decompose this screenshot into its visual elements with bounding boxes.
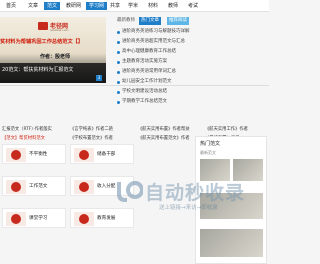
card-image	[6, 148, 26, 162]
grid-link[interactable]: 《航天实用布置》作者帮扶	[138, 126, 190, 132]
topic-card[interactable]: 储备干部	[70, 144, 134, 164]
grid-link[interactable]: 《航天实用布置范文》作者	[138, 135, 190, 141]
tab-hot[interactable]: 热门文章	[139, 17, 161, 25]
seal-icon	[11, 182, 21, 192]
nav-item-exams[interactable]: 考试	[188, 2, 198, 10]
seal-icon	[79, 182, 89, 192]
bullet-icon	[117, 81, 120, 84]
watermark-subtitle: 送上链接→来访→即收录	[159, 205, 218, 211]
card-image	[6, 212, 26, 226]
bullet-icon	[117, 71, 120, 74]
nav-item-materials[interactable]: 材料	[148, 2, 158, 10]
banner-headline: 贫材料为帮辅巩固工作总结范文【】	[0, 39, 84, 45]
card-image	[74, 212, 94, 226]
news-list: 进阶商务英语练习与解题技巧详解 进阶商务英语超实用范文与汇总 高中心理健康教育工…	[117, 27, 267, 107]
card-label: 课堂学习	[29, 216, 48, 221]
card-label: 收入分配	[97, 184, 116, 189]
bullet-icon	[117, 61, 120, 64]
tab-recommended[interactable]: 推荐阅读	[167, 17, 189, 25]
nav-item-xuemi[interactable]: 学米	[128, 2, 138, 10]
site-logo-icon	[38, 22, 48, 30]
sidebox-subtitle[interactable]: 最新范文	[200, 150, 216, 156]
seal-icon	[11, 150, 21, 160]
grid-link[interactable]: 《航天实用工作》作者	[205, 126, 248, 132]
banner-author: 作者：殷老师	[40, 54, 71, 60]
watermark-title: 自动秒收录	[145, 182, 246, 204]
card-label: 不平衡性	[29, 152, 48, 157]
grid-link[interactable]: 汇报范文（RTF）·作者殷实	[2, 126, 52, 132]
top-nav: 首页 文章 范文 教研网 学习网 共享 学米 材料 教师 考试	[0, 0, 269, 12]
topic-card[interactable]: 工作范文	[2, 176, 66, 196]
list-item[interactable]: 高中心理健康教育工作总结	[117, 47, 267, 57]
list-item[interactable]: 进阶商务英语超实用范文与汇总	[117, 37, 267, 47]
banner-caption[interactable]: 20范文：帮扶贫材料为汇报范文	[2, 66, 73, 73]
list-item[interactable]: 主题教育活动实施方案	[117, 57, 267, 67]
card-label: 教育发展	[97, 216, 116, 221]
card-image	[74, 180, 94, 194]
watermark-logo-icon	[117, 181, 143, 202]
seal-icon	[79, 150, 89, 160]
bullet-icon	[117, 31, 120, 34]
card-image	[6, 180, 26, 194]
tab-latest[interactable]: 最新教师	[117, 17, 135, 25]
nav-item-home[interactable]: 首页	[6, 2, 16, 10]
card-label: 工作范文	[29, 184, 48, 189]
bullet-icon	[117, 91, 120, 94]
seal-icon	[79, 214, 89, 224]
nav-item-learning[interactable]: 学习网	[86, 2, 108, 10]
list-item[interactable]: 进阶商务英语常用单词汇总	[117, 67, 267, 77]
grid-link[interactable]: 《学校布置范文》作者	[70, 135, 113, 141]
list-item[interactable]: 学期教学工作总结范文	[117, 97, 267, 107]
card-label: 储备干部	[97, 152, 116, 157]
sidebox-title: 热门范文	[200, 141, 221, 147]
grid-link[interactable]: 《言学纯表》作者二艳	[70, 126, 113, 132]
nav-item-articles[interactable]: 文章	[28, 2, 38, 10]
section-divider	[0, 85, 269, 86]
banner-caption-bar: 20范文：帮扶贫材料为汇报范文 3	[0, 63, 106, 83]
grid-link[interactable]: 【范文】帮贫材料范文	[2, 135, 45, 141]
nav-item-teaching[interactable]: 教研网	[66, 2, 81, 10]
bullet-icon	[117, 101, 120, 104]
bullet-icon	[117, 41, 120, 44]
nav-item-share[interactable]: 共享	[110, 2, 120, 10]
list-item[interactable]: 学校文明建设活动总结	[117, 87, 267, 97]
list-item[interactable]: 进阶商务英语练习与解题技巧详解	[117, 27, 267, 37]
nav-item-samples[interactable]: 范文	[44, 2, 61, 10]
topic-card[interactable]: 不平衡性	[2, 144, 66, 164]
watermark-overlay: 自动秒收录 送上链接→来访→即收录	[115, 170, 265, 230]
banner-logo-url: laoxbiw.com	[50, 28, 69, 32]
card-image	[74, 148, 94, 162]
thumbnail-image[interactable]	[200, 229, 263, 257]
bullet-icon	[117, 51, 120, 54]
topic-card[interactable]: 课堂学习	[2, 208, 66, 228]
slide-indicator[interactable]: 3	[96, 75, 102, 81]
nav-item-teachers[interactable]: 教师	[168, 2, 178, 10]
seal-icon	[11, 214, 21, 224]
banner-slideshow[interactable]: 老径网 laoxbiw.com 贫材料为帮辅巩固工作总结范文【】 作者：殷老师 …	[0, 17, 106, 83]
